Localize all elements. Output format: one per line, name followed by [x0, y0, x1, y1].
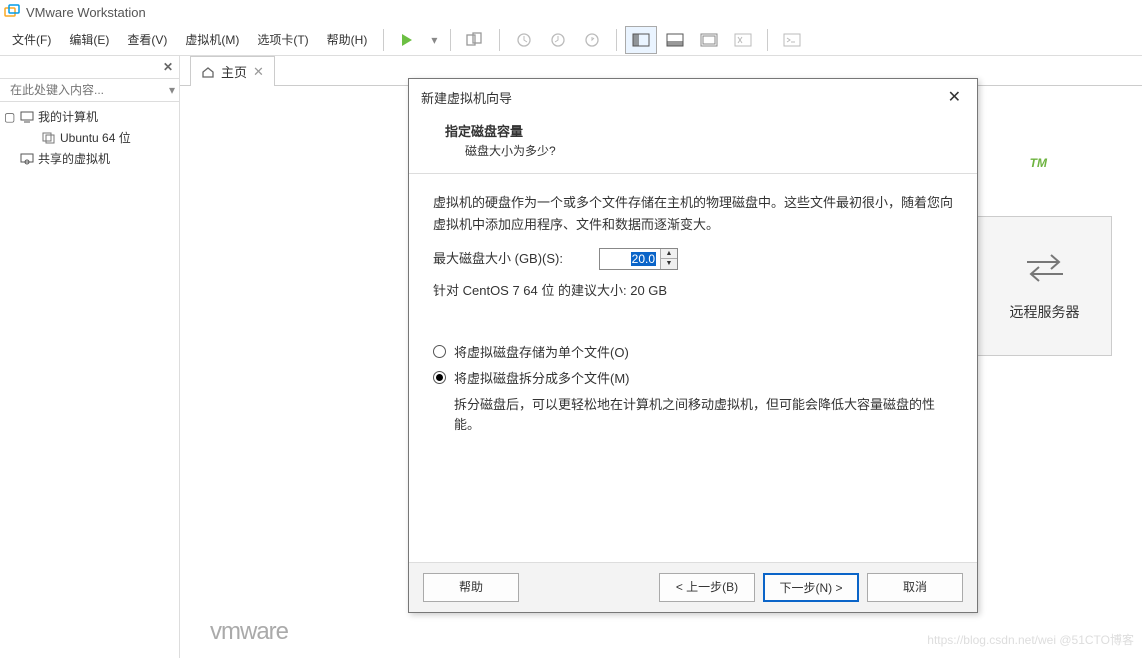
fullscreen-icon[interactable]: [693, 26, 725, 54]
tree-label: 共享的虚拟机: [38, 150, 110, 167]
search-dropdown-icon[interactable]: ▾: [169, 83, 175, 97]
radio-icon: [433, 345, 446, 358]
menu-help[interactable]: 帮助(H): [319, 27, 376, 52]
disk-size-spinner[interactable]: 20.0 ▲ ▼: [599, 248, 678, 270]
sidebar-search: ▾: [0, 79, 179, 102]
dialog-title: 新建虚拟机向导: [421, 88, 512, 107]
tree-label: 我的计算机: [38, 108, 98, 125]
collapse-icon[interactable]: ▢: [4, 110, 16, 124]
home-icon: [201, 66, 215, 78]
spin-down-icon[interactable]: ▼: [661, 259, 677, 269]
cancel-button[interactable]: 取消: [867, 573, 963, 602]
dialog-close-button[interactable]: ✕: [944, 87, 965, 107]
radio-label: 将虚拟磁盘存储为单个文件(O): [454, 342, 629, 364]
vm-icon: [42, 132, 56, 144]
tree-ubuntu[interactable]: Ubuntu 64 位: [4, 127, 175, 148]
power-dropdown[interactable]: ▾: [426, 26, 442, 54]
separator: [616, 29, 617, 51]
tab-close-icon[interactable]: ✕: [253, 64, 264, 80]
separator: [767, 29, 768, 51]
next-button[interactable]: 下一步(N) >: [763, 573, 859, 602]
sidebar: ✕ ▾ ▢ 我的计算机 Ubuntu 64 位 共享的虚拟机: [0, 56, 180, 658]
menu-vm[interactable]: 虚拟机(M): [177, 27, 247, 52]
tree-shared[interactable]: 共享的虚拟机: [4, 148, 175, 169]
shared-icon: [20, 153, 34, 165]
clock-2-icon[interactable]: [542, 26, 574, 54]
snapshot-button[interactable]: [459, 26, 491, 54]
dialog-footer: 帮助 < 上一步(B) 下一步(N) > 取消: [409, 562, 977, 612]
new-vm-wizard-dialog: 新建虚拟机向导 ✕ 指定磁盘容量 磁盘大小为多少? 虚拟机的硬盘作为一个或多个文…: [408, 78, 978, 613]
menu-edit[interactable]: 编辑(E): [61, 27, 117, 52]
library-tree: ▢ 我的计算机 Ubuntu 64 位 共享的虚拟机: [0, 102, 179, 173]
dialog-heading: 指定磁盘容量: [445, 121, 953, 140]
tree-label: Ubuntu 64 位: [60, 129, 131, 146]
tab-label: 主页: [221, 62, 247, 81]
separator: [383, 29, 384, 51]
app-icon: [4, 4, 20, 20]
console-icon[interactable]: [776, 26, 808, 54]
radio-label: 将虚拟磁盘拆分成多个文件(M): [454, 368, 630, 390]
tm-badge: TM: [1030, 156, 1047, 170]
clock-3-icon[interactable]: [576, 26, 608, 54]
menubar: 文件(F) 编辑(E) 查看(V) 虚拟机(M) 选项卡(T) 帮助(H) ▾: [0, 24, 1142, 56]
watermark: https://blog.csdn.net/wei @51CTO博客: [927, 631, 1134, 648]
menu-file[interactable]: 文件(F): [4, 27, 59, 52]
connect-remote-card[interactable]: 远程服务器: [977, 216, 1112, 356]
computer-icon: [20, 111, 34, 123]
separator: [499, 29, 500, 51]
window-title: VMware Workstation: [26, 5, 146, 20]
sidebar-close-button[interactable]: ✕: [163, 60, 173, 74]
recommend-text: 针对 CentOS 7 64 位 的建议大小: 20 GB: [433, 280, 953, 302]
search-input[interactable]: [10, 83, 165, 97]
disk-size-input[interactable]: 20.0: [600, 247, 660, 271]
radio-split-files[interactable]: 将虚拟磁盘拆分成多个文件(M): [433, 368, 953, 390]
help-button[interactable]: 帮助: [423, 573, 519, 602]
spin-up-icon[interactable]: ▲: [661, 249, 677, 259]
menu-tabs[interactable]: 选项卡(T): [249, 27, 316, 52]
unity-icon[interactable]: [727, 26, 759, 54]
card-label: 远程服务器: [1010, 302, 1080, 322]
tab-home[interactable]: 主页 ✕: [190, 56, 275, 86]
power-on-button[interactable]: [392, 26, 424, 54]
radio-single-file[interactable]: 将虚拟磁盘存储为单个文件(O): [433, 342, 953, 364]
clock-1-icon[interactable]: [508, 26, 540, 54]
radio-description: 拆分磁盘后，可以更轻松地在计算机之间移动虚拟机，但可能会降低大容量磁盘的性能。: [454, 395, 953, 437]
tree-my-computer[interactable]: ▢ 我的计算机: [4, 106, 175, 127]
view-split-left-icon[interactable]: [625, 26, 657, 54]
disk-size-label: 最大磁盘大小 (GB)(S):: [433, 248, 563, 270]
sidebar-header: ✕: [0, 56, 179, 79]
view-split-bottom-icon[interactable]: [659, 26, 691, 54]
menu-view[interactable]: 查看(V): [119, 27, 175, 52]
separator: [450, 29, 451, 51]
dialog-info-text: 虚拟机的硬盘作为一个或多个文件存储在主机的物理磁盘中。这些文件最初很小，随着您向…: [433, 192, 953, 236]
back-button[interactable]: < 上一步(B): [659, 573, 755, 602]
titlebar: VMware Workstation: [0, 0, 1142, 24]
vmware-logo: vmware: [210, 618, 288, 646]
remote-arrows-icon: [1021, 250, 1069, 286]
radio-icon-selected: [433, 371, 446, 384]
dialog-subheading: 磁盘大小为多少?: [465, 142, 953, 159]
